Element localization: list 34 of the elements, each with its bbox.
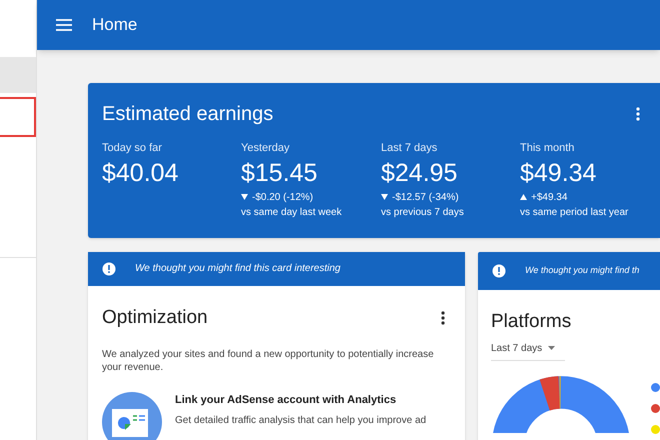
menu-icon[interactable] xyxy=(56,19,72,31)
alert-badge-icon xyxy=(492,264,506,278)
page-title: Home xyxy=(92,14,138,36)
alert-badge-icon xyxy=(102,262,116,276)
stat-change: -$0.20 (-12%) xyxy=(252,190,314,204)
banner-text: We thought you might find th xyxy=(525,264,640,278)
stat-value: $24.95 xyxy=(381,158,458,188)
stat-label: This month xyxy=(520,141,576,156)
stat-value: $15.45 xyxy=(241,158,318,188)
more-options-icon[interactable] xyxy=(636,107,640,121)
card-title: Optimization xyxy=(102,306,208,330)
card-title: Estimated earnings xyxy=(102,102,274,127)
up-triangle-icon xyxy=(520,194,527,200)
tip-text: Get detailed traffic analysis that can help you improve ad xyxy=(175,414,426,428)
more-options-icon[interactable] xyxy=(441,310,445,325)
stat-label: Today so far xyxy=(102,141,163,156)
caret-icon xyxy=(548,346,556,350)
tip-title: Link your AdSense account with Analytics xyxy=(175,393,398,408)
stat-value: $40.04 xyxy=(102,158,180,188)
stat-value: $49.34 xyxy=(520,158,598,188)
selected-nav-item[interactable] xyxy=(0,97,36,137)
stat-comparison: vs same period last year xyxy=(520,206,630,220)
stat-comparison: vs same day last week xyxy=(241,206,343,220)
card-description: We analyzed your sites and found a new opportunity to potentially increase your revenue. xyxy=(102,348,435,374)
stat-comparison: vs previous 7 days xyxy=(381,206,465,220)
period-dropdown[interactable]: Last 7 days xyxy=(491,340,565,360)
stat-change: -$12.57 (-34%) xyxy=(392,190,459,204)
stat-label: Last 7 days xyxy=(381,141,438,156)
down-triangle-icon xyxy=(381,194,388,200)
banner-text: We thought you might find this card interesting xyxy=(135,262,340,276)
card-title: Platforms xyxy=(491,310,572,334)
down-triangle-icon xyxy=(241,194,248,200)
stat-change: +$49.34 xyxy=(531,190,568,204)
stat-label: Yesterday xyxy=(241,141,291,156)
